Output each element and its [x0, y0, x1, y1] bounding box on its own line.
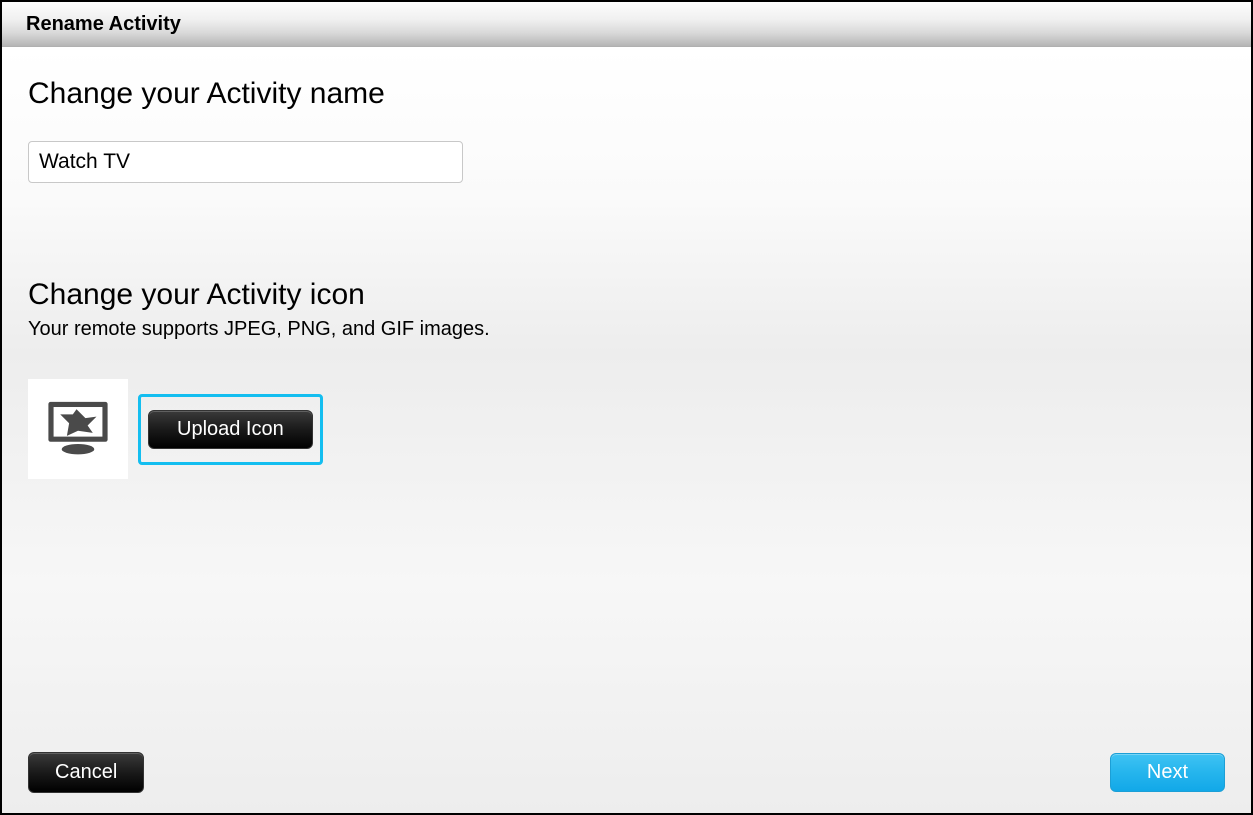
upload-icon-highlight: Upload Icon — [138, 394, 323, 465]
dialog-title: Rename Activity — [26, 13, 181, 36]
footer-buttons: Cancel Next — [28, 752, 1225, 793]
change-icon-heading: Change your Activity icon — [28, 278, 1225, 312]
upload-icon-button[interactable]: Upload Icon — [148, 410, 313, 449]
activity-icon-preview — [28, 379, 128, 479]
tv-star-icon — [41, 390, 115, 469]
change-name-heading: Change your Activity name — [28, 77, 1225, 111]
next-button[interactable]: Next — [1110, 753, 1225, 792]
icon-section: Change your Activity icon Your remote su… — [28, 278, 1225, 479]
dialog-content: Change your Activity name Change your Ac… — [2, 47, 1251, 813]
activity-name-input[interactable] — [28, 141, 463, 183]
rename-activity-dialog: Rename Activity Change your Activity nam… — [0, 0, 1253, 815]
title-bar: Rename Activity — [2, 2, 1251, 47]
icon-row: Upload Icon — [28, 379, 1225, 479]
cancel-button[interactable]: Cancel — [28, 752, 144, 793]
icon-formats-text: Your remote supports JPEG, PNG, and GIF … — [28, 318, 1225, 341]
